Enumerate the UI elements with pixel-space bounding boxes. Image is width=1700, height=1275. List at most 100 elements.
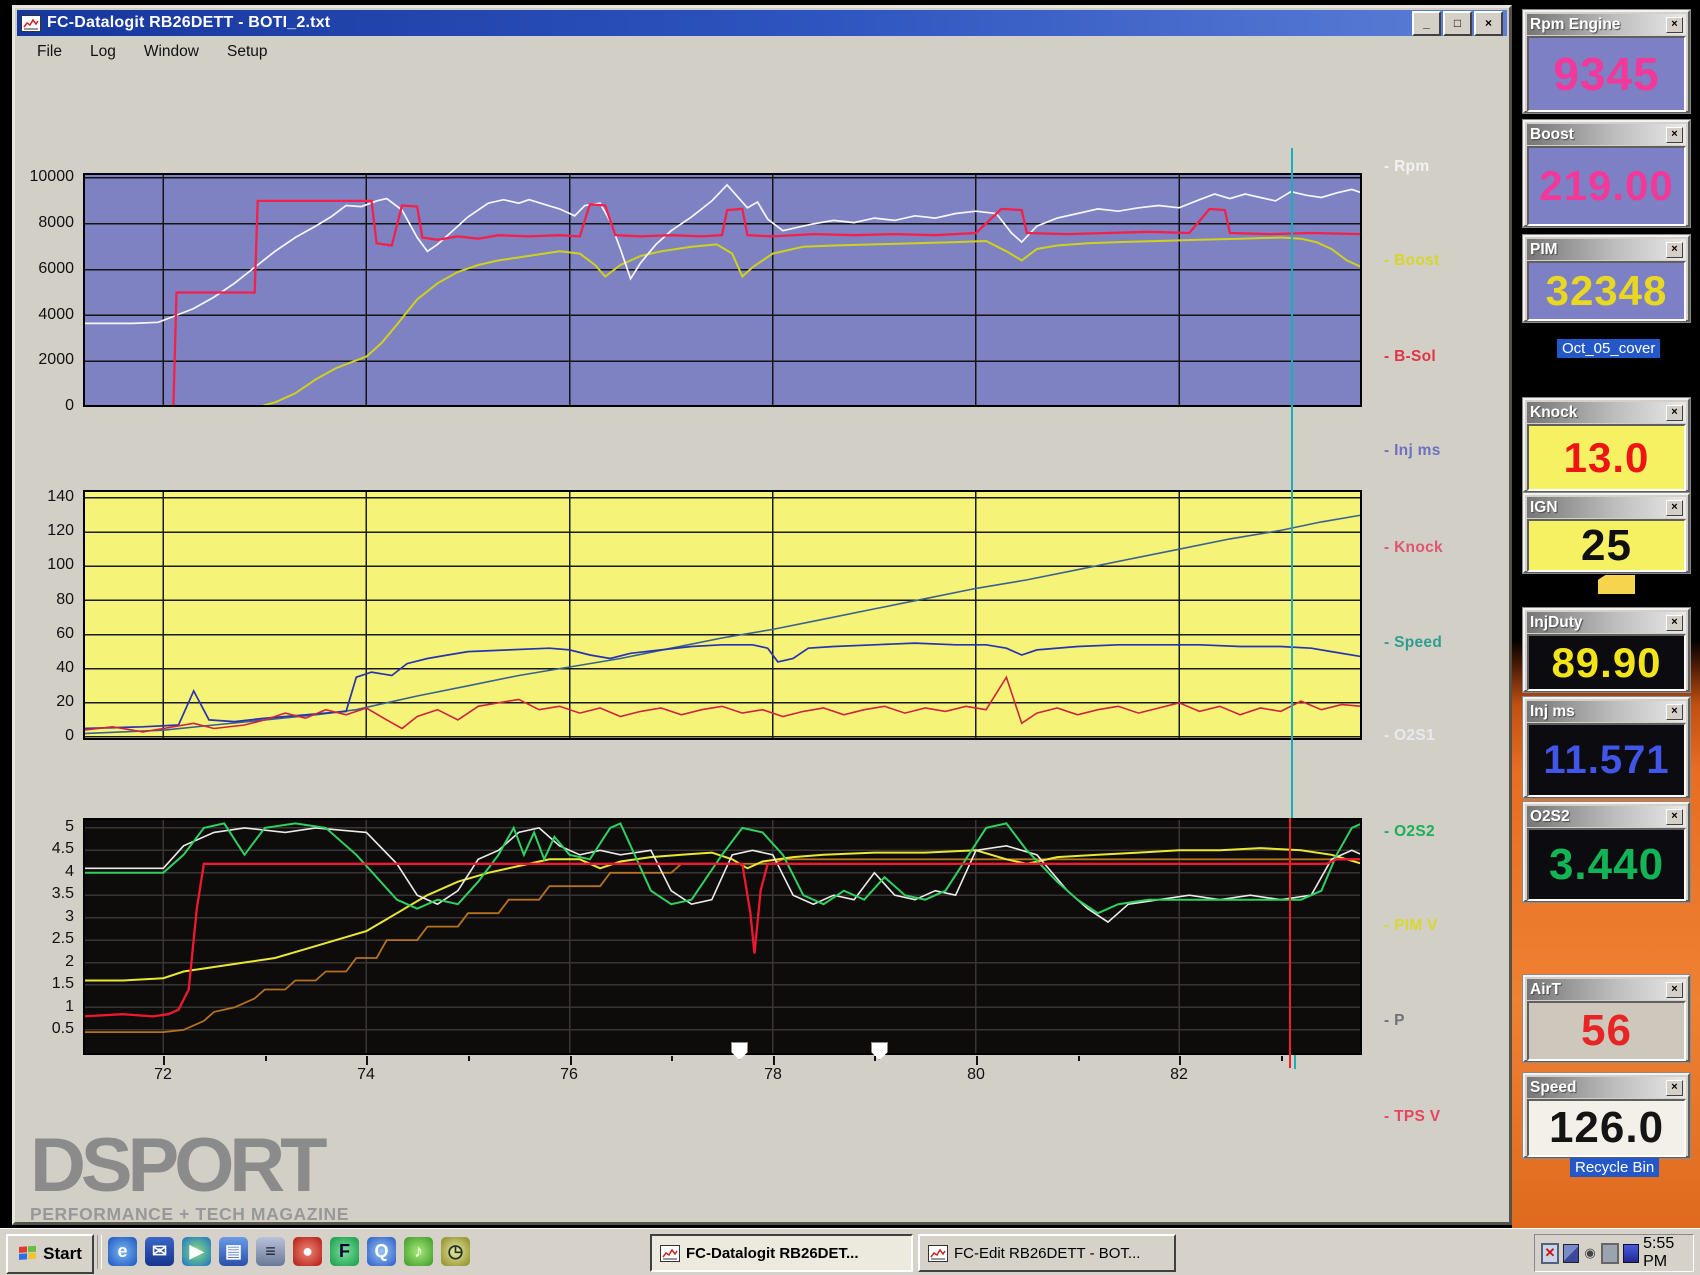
series-label: - O2S1 <box>1384 727 1435 745</box>
close-icon[interactable]: × <box>1666 405 1683 421</box>
mail-icon[interactable]: ✉ <box>145 1237 174 1266</box>
x-axis-tick <box>570 1056 572 1065</box>
y-axis-tick-label: 1.5 <box>0 975 74 993</box>
address-book-tray-icon[interactable] <box>1623 1244 1639 1263</box>
gauge-titlebar[interactable]: InjDuty× <box>1527 612 1686 633</box>
desktop-icon-label-recycle-bin[interactable]: Recycle Bin <box>1570 1158 1659 1177</box>
system-tray: ✕ ◉ 5:55 PM <box>1534 1234 1694 1272</box>
cursor-line-red[interactable] <box>1289 818 1291 1068</box>
dsport-watermark: DSPORT PERFORMANCE + TECH MAGAZINE <box>30 1130 349 1225</box>
gauge-speed[interactable]: Speed× 126.0 <box>1523 1073 1690 1158</box>
app-icon <box>928 1245 948 1262</box>
gauge-titlebar[interactable]: Boost× <box>1527 124 1686 145</box>
clock-icon[interactable]: ◷ <box>441 1237 470 1266</box>
gauge-titlebar[interactable]: O2S2× <box>1527 806 1686 827</box>
close-icon[interactable]: × <box>1666 17 1683 33</box>
series-label: - Rpm <box>1384 158 1429 176</box>
menu-setup[interactable]: Setup <box>227 43 268 61</box>
clock: 5:55 PM <box>1643 1235 1687 1271</box>
close-icon[interactable]: × <box>1666 809 1683 825</box>
close-button[interactable]: × <box>1474 11 1503 36</box>
display-tray-icon[interactable] <box>1601 1243 1619 1264</box>
quicktime-icon[interactable]: Q <box>367 1237 396 1266</box>
gauge-value: 126.0 <box>1527 1099 1686 1157</box>
x-axis-tick <box>1281 1056 1283 1061</box>
windows-logo-icon <box>18 1245 38 1263</box>
gauge-boost[interactable]: Boost× 219.00 <box>1523 120 1690 227</box>
taskbar-button-fc-edit[interactable]: FC-Edit RB26DETT - BOT... <box>918 1234 1176 1272</box>
x-axis-tick-label: 78 <box>743 1066 803 1084</box>
media-player-icon[interactable]: ▶ <box>182 1237 211 1266</box>
rpm-boost-chart[interactable] <box>83 173 1362 407</box>
close-icon[interactable]: × <box>1666 127 1683 143</box>
y-axis-tick-label: 0 <box>0 397 74 415</box>
menu-bar: File Log Window Setup <box>17 38 1507 66</box>
y-axis-tick-label: 120 <box>0 522 74 540</box>
x-axis-tick-label: 72 <box>133 1066 193 1084</box>
gauge-titlebar[interactable]: Knock× <box>1527 402 1686 423</box>
o2-voltage-chart[interactable] <box>83 818 1362 1055</box>
gauge-inj-ms[interactable]: Inj ms× 11.571 <box>1523 697 1690 798</box>
y-axis-tick-label: 0 <box>0 727 74 745</box>
window-titlebar[interactable]: FC-Datalogit RB26DETT - BOTI_2.txt _ □ × <box>17 10 1507 36</box>
gauge-pim[interactable]: PIM× 32348 <box>1523 235 1690 322</box>
close-icon[interactable]: × <box>1666 242 1683 258</box>
gauge-value: 219.00 <box>1527 146 1686 226</box>
gauge-titlebar[interactable]: Speed× <box>1527 1077 1686 1098</box>
gauge-value: 89.90 <box>1527 634 1686 691</box>
taskbar-button-label: FC-Datalogit RB26DET... <box>686 1245 859 1262</box>
taskbar-separator <box>97 1235 102 1269</box>
close-icon[interactable]: × <box>1666 1080 1683 1096</box>
minimize-button[interactable]: _ <box>1412 11 1441 36</box>
music-icon[interactable]: ♪ <box>404 1237 433 1266</box>
realplayer-icon[interactable]: ● <box>293 1237 322 1266</box>
gauge-value: 11.571 <box>1527 723 1686 797</box>
network-tray-icon[interactable] <box>1563 1244 1579 1263</box>
y-axis-tick-label: 100 <box>0 556 74 574</box>
x-axis-tick <box>468 1056 470 1061</box>
close-icon[interactable]: × <box>1666 500 1683 516</box>
gauge-o2s2[interactable]: O2S2× 3.440 <box>1523 802 1690 902</box>
fc-edit-icon[interactable]: F <box>330 1237 359 1266</box>
gauge-value: 25 <box>1527 519 1686 572</box>
gauge-titlebar[interactable]: Rpm Engine× <box>1527 14 1686 35</box>
gauge-titlebar[interactable]: AirT× <box>1527 979 1686 1000</box>
calculator-icon[interactable]: ≡ <box>256 1237 285 1266</box>
close-icon[interactable]: × <box>1666 615 1683 631</box>
gauge-value: 32348 <box>1527 261 1686 321</box>
gauge-value: 13.0 <box>1527 424 1686 491</box>
close-icon[interactable]: × <box>1666 982 1683 998</box>
cursor-line-teal[interactable] <box>1291 148 1293 818</box>
y-axis-tick-label: 40 <box>0 659 74 677</box>
gauge-rpm-engine[interactable]: Rpm Engine× 9345 <box>1523 10 1690 113</box>
gauge-titlebar[interactable]: IGN× <box>1527 497 1686 518</box>
x-axis-tick <box>163 1056 165 1065</box>
gauge-airt[interactable]: AirT× 56 <box>1523 975 1690 1062</box>
volume-tray-icon[interactable]: ◉ <box>1583 1245 1597 1262</box>
ie-icon[interactable]: e <box>108 1237 137 1266</box>
gauge-titlebar[interactable]: PIM× <box>1527 239 1686 260</box>
taskbar: Start e ✉ ▶ ▤ ≡ ● F Q ♪ ◷ FC-Datalogit R… <box>0 1228 1700 1275</box>
desktop-icon-label-oct05cover[interactable]: Oct_05_cover <box>1557 339 1660 358</box>
gauge-injduty[interactable]: InjDuty× 89.90 <box>1523 608 1690 692</box>
gauge-knock[interactable]: Knock× 13.0 <box>1523 398 1690 492</box>
quick-launch-bar: e ✉ ▶ ▤ ≡ ● F Q ♪ ◷ <box>108 1237 470 1266</box>
document-icon[interactable]: ▤ <box>219 1237 248 1266</box>
x-axis-tick-label: 74 <box>336 1066 396 1084</box>
close-icon[interactable]: × <box>1666 704 1683 720</box>
start-button[interactable]: Start <box>6 1234 94 1274</box>
maximize-button[interactable]: □ <box>1443 11 1472 36</box>
injms-speed-knock-chart[interactable] <box>83 490 1362 740</box>
y-axis-tick-label: 5 <box>0 818 74 836</box>
menu-window[interactable]: Window <box>144 43 199 61</box>
gauge-ign[interactable]: IGN× 25 <box>1523 493 1690 573</box>
series-inj-ms <box>83 643 1362 728</box>
menu-log[interactable]: Log <box>90 43 116 61</box>
menu-file[interactable]: File <box>37 43 62 61</box>
series-knock <box>83 677 1362 732</box>
x-axis-tick <box>773 1056 775 1065</box>
taskbar-button-fc-datalogit[interactable]: FC-Datalogit RB26DET... <box>650 1234 913 1272</box>
window-title: FC-Datalogit RB26DETT - BOTI_2.txt <box>47 14 1410 32</box>
gauge-titlebar[interactable]: Inj ms× <box>1527 701 1686 722</box>
network-error-tray-icon[interactable]: ✕ <box>1541 1243 1559 1264</box>
